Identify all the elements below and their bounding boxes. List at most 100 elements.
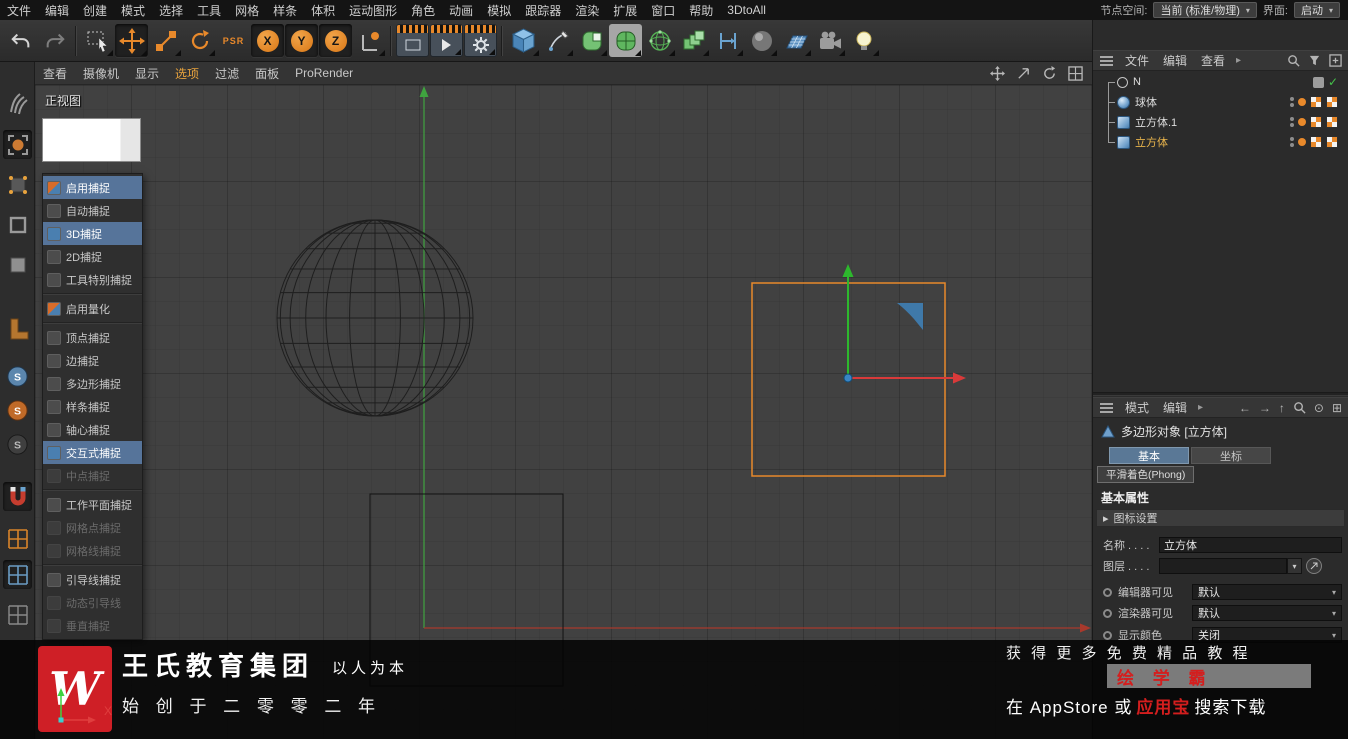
- render-view-button[interactable]: [396, 24, 429, 57]
- solo-off-button[interactable]: S: [3, 430, 32, 459]
- keyframe-circle-icon[interactable]: [1103, 608, 1112, 618]
- vp-menu-camera[interactable]: 摄像机: [75, 65, 127, 82]
- snap-item-perpendicular[interactable]: 垂直捕捉: [43, 614, 142, 637]
- solo-hierarchy-button[interactable]: S: [3, 396, 32, 425]
- visibility-dots[interactable]: [1290, 97, 1294, 107]
- snap-enable-button[interactable]: [3, 482, 32, 511]
- workplane-grid-button[interactable]: [3, 560, 32, 589]
- menu-overflow-icon[interactable]: ▸: [1195, 402, 1206, 413]
- layer-browser-button[interactable]: [1306, 558, 1322, 574]
- menu-mesh[interactable]: 网格: [228, 2, 266, 19]
- texture-tag-icon[interactable]: [1326, 116, 1338, 128]
- object-name[interactable]: 立方体.1: [1135, 114, 1177, 130]
- snap-item-interactive[interactable]: 交互式捕捉: [43, 441, 142, 464]
- node-space-dropdown[interactable]: 当前 (标准/物理) ▾: [1153, 2, 1257, 18]
- snap-item-auto[interactable]: 自动捕捉: [43, 199, 142, 222]
- snap-item-vertex[interactable]: 顶点捕捉: [43, 326, 142, 349]
- object-row-n[interactable]: N ✓: [1093, 72, 1348, 92]
- texture-tag-icon[interactable]: [1326, 136, 1338, 148]
- new-panel-icon[interactable]: ⊞: [1332, 401, 1342, 415]
- object-row-sphere[interactable]: 球体: [1093, 92, 1348, 112]
- snap-item-workplane[interactable]: 工作平面捕捉: [43, 493, 142, 516]
- keyframe-circle-icon[interactable]: [1103, 587, 1112, 597]
- sphere-wireframe[interactable]: [276, 219, 474, 417]
- snap-item-polygon[interactable]: 多边形捕捉: [43, 372, 142, 395]
- coordinate-system-button[interactable]: [353, 24, 386, 57]
- om-menu-view[interactable]: 查看: [1195, 52, 1231, 69]
- menu-tracker[interactable]: 跟踪器: [518, 2, 568, 19]
- light-button[interactable]: [847, 24, 880, 57]
- redo-button[interactable]: [38, 24, 71, 57]
- texture-tag-icon[interactable]: [1326, 96, 1338, 108]
- panel-splitter[interactable]: [1093, 392, 1348, 396]
- points-mode-button[interactable]: [3, 170, 32, 199]
- selection-dot[interactable]: [1298, 118, 1306, 126]
- forward-icon[interactable]: →: [1259, 401, 1271, 415]
- workplane-button[interactable]: [3, 314, 32, 343]
- chevron-down-icon[interactable]: ▾: [1287, 558, 1302, 574]
- quantize-grid-button[interactable]: [3, 524, 32, 553]
- am-menu-edit[interactable]: 编辑: [1157, 399, 1193, 416]
- vp-menu-view[interactable]: 查看: [35, 65, 75, 82]
- enabled-check-icon[interactable]: ✓: [1328, 76, 1338, 88]
- visibility-dots[interactable]: [1290, 117, 1294, 127]
- menu-character[interactable]: 角色: [404, 2, 442, 19]
- filter-icon[interactable]: [1308, 54, 1321, 67]
- rotate-tool-button[interactable]: [183, 24, 216, 57]
- texture-tag-icon[interactable]: [1310, 136, 1322, 148]
- object-row-cube1[interactable]: 立方体.1: [1093, 112, 1348, 132]
- scale-tool-button[interactable]: [149, 24, 182, 57]
- snap-item-gridline[interactable]: 网格线捕捉: [43, 539, 142, 562]
- clone-dropdown-button[interactable]: [677, 24, 710, 57]
- vp-menu-panel[interactable]: 面板: [247, 65, 287, 82]
- menu-edit[interactable]: 编辑: [38, 2, 76, 19]
- snap-item-tool-special[interactable]: 工具特别捕捉: [43, 268, 142, 291]
- vp-menu-filter[interactable]: 过滤: [207, 65, 247, 82]
- icon-settings-group[interactable]: ▸ 图标设置: [1096, 509, 1345, 527]
- object-name[interactable]: 球体: [1135, 94, 1157, 110]
- subdivision-surface-button[interactable]: [575, 24, 608, 57]
- snap-item-axis[interactable]: 轴心捕捉: [43, 418, 142, 441]
- snap-item-dynamic-guide[interactable]: 动态引导线: [43, 591, 142, 614]
- menu-3dtoall[interactable]: 3DtoAll: [720, 3, 773, 17]
- polygons-mode-button[interactable]: [3, 250, 32, 279]
- up-icon[interactable]: ↑: [1279, 401, 1285, 415]
- snap-item-edge[interactable]: 边捕捉: [43, 349, 142, 372]
- snap-item-3d[interactable]: 3D捕捉: [43, 222, 142, 245]
- move-tool-button[interactable]: [115, 24, 148, 57]
- object-row-cube[interactable]: 立方体: [1093, 132, 1348, 152]
- layer-input[interactable]: [1159, 558, 1287, 574]
- om-menu-edit[interactable]: 编辑: [1157, 52, 1193, 69]
- render-picture-viewer-button[interactable]: [430, 24, 463, 57]
- keyframe-circle-icon[interactable]: [1103, 630, 1112, 640]
- edges-mode-button[interactable]: [3, 210, 32, 239]
- snap-item-2d[interactable]: 2D捕捉: [43, 245, 142, 268]
- add-spline-button[interactable]: [541, 24, 574, 57]
- menu-file[interactable]: 文件: [0, 2, 38, 19]
- interface-dropdown[interactable]: 启动 ▾: [1293, 2, 1340, 18]
- menu-window[interactable]: 窗口: [644, 2, 682, 19]
- menu-create[interactable]: 创建: [76, 2, 114, 19]
- snap-item-gridpoint[interactable]: 网格点捕捉: [43, 516, 142, 539]
- search-icon[interactable]: [1287, 54, 1300, 67]
- menu-extensions[interactable]: 扩展: [606, 2, 644, 19]
- texture-tag-icon[interactable]: [1310, 116, 1322, 128]
- snap-item-guide[interactable]: 引导线捕捉: [43, 568, 142, 591]
- texture-tag-icon[interactable]: [1310, 96, 1322, 108]
- snap-item-enable[interactable]: 启用捕捉: [43, 176, 142, 199]
- grid-toggle-button[interactable]: [3, 600, 32, 629]
- spline-tools-button[interactable]: [711, 24, 744, 57]
- object-name[interactable]: 立方体: [1135, 134, 1168, 150]
- visibility-dots[interactable]: [1290, 137, 1294, 147]
- name-input[interactable]: [1159, 537, 1342, 553]
- model-mode-button[interactable]: [3, 130, 32, 159]
- menu-mode[interactable]: 模式: [114, 2, 152, 19]
- x-axis-lock-button[interactable]: X: [251, 24, 284, 57]
- pan-view-icon[interactable]: [990, 65, 1005, 81]
- hamburger-icon[interactable]: [1100, 59, 1113, 62]
- back-icon[interactable]: ←: [1239, 401, 1251, 415]
- deformer-dropdown-button[interactable]: [643, 24, 676, 57]
- vp-menu-options[interactable]: 选项: [167, 65, 207, 82]
- volume-dropdown-button[interactable]: [745, 24, 778, 57]
- render-settings-button[interactable]: [464, 24, 497, 57]
